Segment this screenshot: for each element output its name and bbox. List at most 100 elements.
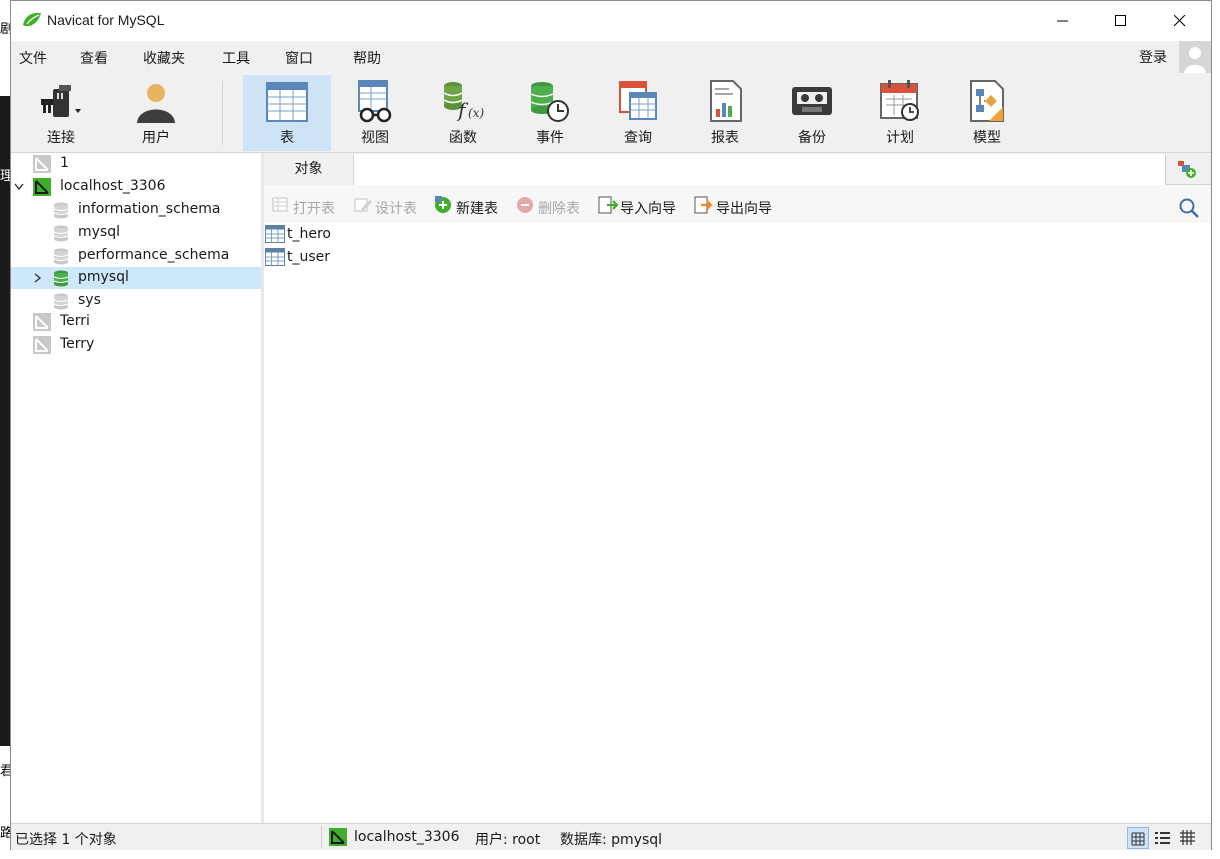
menu-bar: 文件 查看 收藏夹 工具 窗口 帮助 登录	[11, 41, 1211, 73]
menu-view[interactable]: 查看	[80, 48, 108, 68]
table-item-t-hero[interactable]: t_hero	[264, 223, 464, 245]
tree-item-label: sys	[78, 292, 101, 308]
tree-item-pmysql[interactable]: pmysql	[11, 267, 261, 289]
new-table-label: 新建表	[456, 201, 498, 217]
tree-item-localhost-3306[interactable]: localhost_3306	[11, 176, 261, 198]
new-tab-icon[interactable]	[1176, 159, 1198, 179]
table-name: t_hero	[287, 226, 331, 242]
toolbar-user-button[interactable]: 用户	[112, 75, 200, 151]
toolbar-model-button[interactable]: 模型	[943, 75, 1031, 151]
menu-help[interactable]: 帮助	[353, 48, 381, 68]
minimize-icon	[1057, 20, 1068, 22]
menu-window[interactable]: 窗口	[285, 48, 313, 68]
view-detail-list-button[interactable]	[1152, 827, 1174, 849]
table-item-t-user[interactable]: t_user	[264, 246, 464, 268]
toolbar-label: 备份	[798, 130, 826, 146]
menu-tools[interactable]: 工具	[222, 48, 250, 68]
table-icon	[265, 248, 285, 266]
new-table-button[interactable]: 新建表	[434, 195, 514, 217]
import-icon	[598, 196, 618, 214]
design-table-button[interactable]: 设计表	[353, 195, 433, 217]
search-icon[interactable]	[1178, 197, 1200, 219]
tree-item-label: localhost_3306	[60, 178, 166, 194]
export-icon	[694, 196, 713, 214]
export-wizard-button[interactable]: 导出向导	[694, 195, 786, 217]
table-icon	[266, 82, 308, 122]
connection-active-icon	[329, 828, 347, 846]
status-divider	[321, 826, 322, 848]
tree-item-mysql[interactable]: mysql	[11, 222, 261, 244]
title-bar[interactable]: Navicat for MySQL	[11, 1, 1211, 41]
database-inactive-icon	[53, 248, 69, 265]
desktop-dark-region	[0, 96, 10, 746]
toolbar-label: 视图	[361, 130, 389, 146]
database-inactive-icon	[53, 225, 69, 242]
desktop-fragment: 剧	[0, 22, 10, 37]
tree-item-connection-terri[interactable]: Terri	[11, 311, 261, 333]
tree-item-information-schema[interactable]: information_schema	[11, 199, 261, 221]
toolbar-table-button[interactable]: 表	[243, 75, 331, 151]
login-link[interactable]: 登录	[1139, 47, 1167, 67]
remove-circle-icon	[517, 197, 533, 213]
avatar[interactable]	[1179, 41, 1211, 73]
toolbar-function-button[interactable]: f (x) 函数	[419, 75, 507, 151]
view-grid-button[interactable]	[1177, 827, 1199, 849]
plug-icon	[41, 85, 81, 117]
tree-item-performance-schema[interactable]: performance_schema	[11, 245, 261, 267]
icons-view-icon	[1131, 832, 1145, 846]
main-toolbar: 连接 用户 表 视图 f (x) 函数 事件 查询 报表 备份 计划 模型	[11, 73, 1211, 153]
menu-file[interactable]: 文件	[19, 48, 47, 68]
tree-item-sys[interactable]: sys	[11, 290, 261, 312]
table-icon	[265, 225, 285, 243]
toolbar-query-button[interactable]: 查询	[594, 75, 682, 151]
delete-table-label: 删除表	[538, 201, 580, 217]
object-pane: 对象 打开表 设计表 新建表 删除表 导入向导 导出向导 t_hero t_us…	[264, 153, 1211, 823]
minimize-button[interactable]	[1034, 1, 1092, 41]
connection-active-icon	[33, 178, 51, 196]
event-clock-icon	[530, 82, 569, 122]
window-title: Navicat for MySQL	[47, 12, 165, 28]
menu-favorites[interactable]: 收藏夹	[143, 48, 185, 68]
status-connection: localhost_3306	[354, 829, 460, 845]
toolbar-schedule-button[interactable]: 计划	[856, 75, 944, 151]
tab-strip	[353, 154, 1166, 185]
chevron-right-icon[interactable]	[33, 273, 43, 283]
delete-table-button[interactable]: 删除表	[516, 195, 596, 217]
toolbar-label: 报表	[711, 130, 739, 146]
tree-item-label: Terri	[60, 313, 90, 329]
connection-inactive-icon	[33, 155, 51, 173]
model-icon	[970, 80, 1004, 122]
tab-objects[interactable]: 对象	[264, 153, 353, 185]
toolbar-view-button[interactable]: 视图	[331, 75, 419, 151]
status-selection: 已选择 1 个对象	[15, 832, 117, 848]
tree-item-connection-terry[interactable]: Terry	[11, 334, 261, 356]
maximize-button[interactable]	[1092, 1, 1150, 41]
view-list-icons-button[interactable]	[1127, 827, 1149, 849]
database-active-icon	[53, 270, 69, 287]
backup-tape-icon	[792, 87, 832, 115]
toolbar-label: 计划	[886, 130, 914, 146]
toolbar-event-button[interactable]: 事件	[506, 75, 594, 151]
toolbar-backup-button[interactable]: 备份	[768, 75, 856, 151]
chevron-down-icon[interactable]	[14, 182, 24, 192]
grid-view-icon	[1180, 830, 1195, 845]
desktop-fragment: 路	[0, 826, 10, 841]
toolbar-label: 用户	[142, 130, 170, 146]
design-table-label: 设计表	[375, 201, 417, 217]
open-table-button[interactable]: 打开表	[271, 195, 351, 217]
tree-item-connection-1[interactable]: 1	[11, 153, 261, 175]
toolbar-label: 事件	[536, 130, 564, 146]
toolbar-report-button[interactable]: 报表	[681, 75, 769, 151]
connection-tree: 1 localhost_3306 information_schema mysq…	[11, 153, 261, 823]
avatar-icon	[1184, 47, 1206, 73]
close-button[interactable]	[1151, 1, 1209, 41]
tree-item-label: pmysql	[78, 269, 129, 285]
tree-item-label: performance_schema	[78, 247, 230, 263]
toolbar-connect-button[interactable]: 连接	[17, 75, 105, 151]
import-wizard-button[interactable]: 导入向导	[598, 195, 690, 217]
toolbar-label: 查询	[624, 130, 652, 146]
connection-inactive-icon	[33, 313, 51, 331]
table-name: t_user	[287, 249, 331, 265]
toolbar-label: 模型	[973, 130, 1001, 146]
connection-inactive-icon	[33, 336, 51, 354]
